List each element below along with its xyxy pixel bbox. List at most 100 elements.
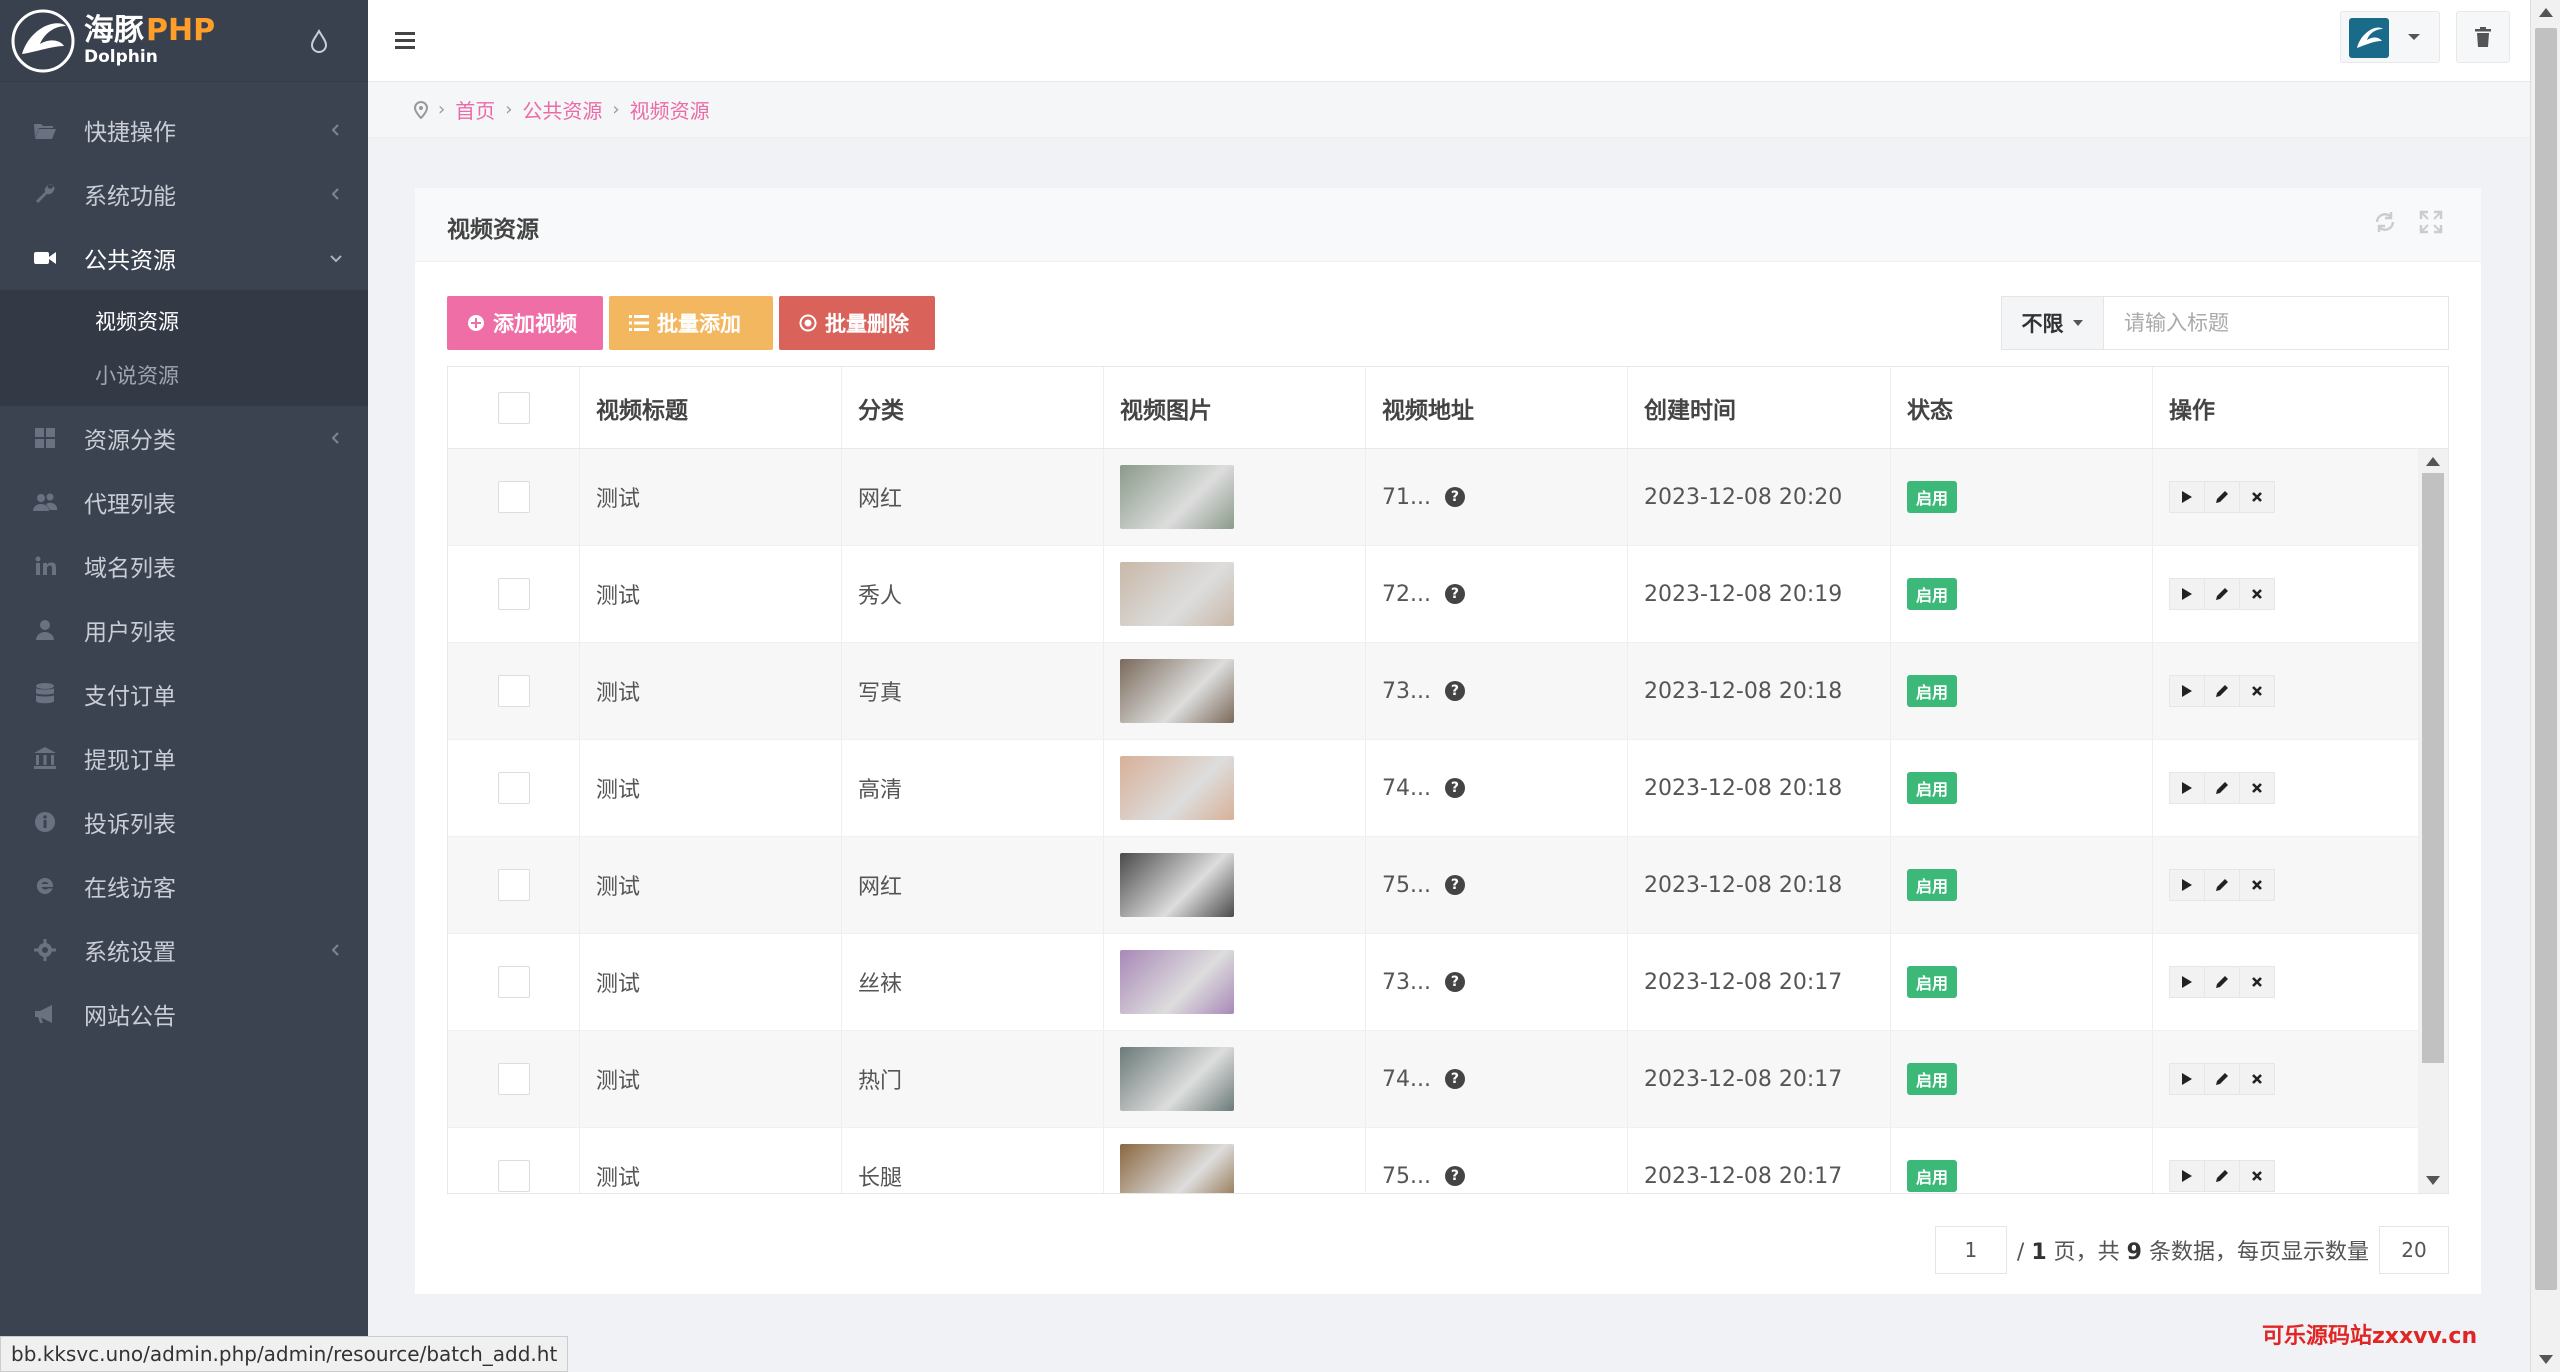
- status-badge[interactable]: 启用: [1907, 966, 1958, 998]
- video-thumbnail[interactable]: [1120, 465, 1234, 529]
- video-thumbnail[interactable]: [1120, 853, 1234, 917]
- sidebar-item-agents[interactable]: 代理列表: [0, 470, 368, 534]
- breadcrumb-home[interactable]: 首页: [455, 95, 495, 124]
- theme-drop-icon[interactable]: [306, 28, 332, 54]
- play-button[interactable]: [2169, 772, 2205, 804]
- sidebar-item-domains[interactable]: 域名列表: [0, 534, 368, 598]
- video-thumbnail[interactable]: [1120, 950, 1234, 1014]
- edit-button[interactable]: [2204, 481, 2240, 513]
- header-image[interactable]: 视频图片: [1104, 367, 1366, 448]
- question-circle-icon[interactable]: ?: [1444, 778, 1465, 798]
- row-checkbox[interactable]: [497, 869, 530, 901]
- batch-delete-button[interactable]: 批量删除: [779, 296, 935, 350]
- question-circle-icon[interactable]: ?: [1444, 487, 1465, 507]
- edit-button[interactable]: [2204, 675, 2240, 707]
- edit-button[interactable]: [2204, 578, 2240, 610]
- delete-button[interactable]: [2239, 966, 2275, 998]
- play-button[interactable]: [2169, 966, 2205, 998]
- row-checkbox[interactable]: [497, 675, 530, 707]
- play-button[interactable]: [2169, 1160, 2205, 1192]
- sidebar-item-system[interactable]: 系统功能: [0, 162, 368, 226]
- fullscreen-icon[interactable]: [2419, 210, 2443, 234]
- sidebar-subitem-video[interactable]: 视频资源: [0, 294, 368, 348]
- table-scrollbar[interactable]: [2418, 449, 2448, 1193]
- row-checkbox[interactable]: [497, 1063, 530, 1095]
- status-badge[interactable]: 启用: [1907, 1063, 1958, 1095]
- row-checkbox[interactable]: [497, 966, 530, 998]
- question-circle-icon[interactable]: ?: [1444, 584, 1465, 604]
- video-thumbnail[interactable]: [1120, 1047, 1234, 1111]
- sidebar-item-users[interactable]: 用户列表: [0, 598, 368, 662]
- page-size-input[interactable]: 20: [2379, 1226, 2449, 1274]
- question-circle-icon[interactable]: ?: [1444, 875, 1465, 895]
- play-button[interactable]: [2169, 869, 2205, 901]
- scroll-up-arrow[interactable]: [2426, 457, 2440, 466]
- select-all-checkbox[interactable]: [497, 391, 530, 424]
- play-button[interactable]: [2169, 675, 2205, 707]
- sidebar-item-complaints[interactable]: 投诉列表: [0, 790, 368, 854]
- play-button[interactable]: [2169, 1063, 2205, 1095]
- search-scope-select[interactable]: 不限: [2002, 297, 2104, 349]
- breadcrumb-current[interactable]: 视频资源: [630, 95, 710, 124]
- video-thumbnail[interactable]: [1120, 659, 1234, 723]
- question-circle-icon[interactable]: ?: [1444, 1166, 1465, 1186]
- play-button[interactable]: [2169, 578, 2205, 610]
- clear-cache-button[interactable]: [2456, 11, 2510, 63]
- question-circle-icon[interactable]: ?: [1444, 1069, 1465, 1089]
- refresh-icon[interactable]: [2373, 210, 2397, 234]
- delete-button[interactable]: [2239, 1160, 2275, 1192]
- sidebar-subitem-novel[interactable]: 小说资源: [0, 348, 368, 402]
- header-url[interactable]: 视频地址: [1366, 367, 1628, 448]
- row-checkbox[interactable]: [497, 481, 530, 513]
- delete-button[interactable]: [2239, 675, 2275, 707]
- page-scroll-thumb[interactable]: [2535, 28, 2557, 1290]
- status-badge[interactable]: 启用: [1907, 869, 1958, 901]
- add-video-button[interactable]: 添加视频: [447, 296, 603, 350]
- page-scroll-up-arrow[interactable]: [2539, 8, 2553, 17]
- row-checkbox[interactable]: [497, 578, 530, 610]
- sidebar-item-announcements[interactable]: 网站公告: [0, 982, 368, 1046]
- edit-button[interactable]: [2204, 1063, 2240, 1095]
- sidebar-item-quick[interactable]: 快捷操作: [0, 98, 368, 162]
- status-badge[interactable]: 启用: [1907, 675, 1958, 707]
- row-checkbox[interactable]: [497, 772, 530, 804]
- page-input[interactable]: 1: [1934, 1226, 2007, 1274]
- page-scrollbar[interactable]: [2530, 0, 2560, 1372]
- header-title[interactable]: 视频标题: [580, 367, 842, 448]
- search-input[interactable]: [2104, 297, 2448, 349]
- header-category[interactable]: 分类: [842, 367, 1104, 448]
- edit-button[interactable]: [2204, 966, 2240, 998]
- user-menu-button[interactable]: [2340, 11, 2440, 63]
- delete-button[interactable]: [2239, 772, 2275, 804]
- header-status[interactable]: 状态: [1891, 367, 2153, 448]
- scroll-thumb[interactable]: [2422, 473, 2444, 1063]
- delete-button[interactable]: [2239, 869, 2275, 901]
- header-created[interactable]: 创建时间: [1628, 367, 1891, 448]
- edit-button[interactable]: [2204, 1160, 2240, 1192]
- sidebar-item-visitors[interactable]: 在线访客: [0, 854, 368, 918]
- sidebar-item-category[interactable]: 资源分类: [0, 406, 368, 470]
- sidebar-item-settings[interactable]: 系统设置: [0, 918, 368, 982]
- status-badge[interactable]: 启用: [1907, 1160, 1958, 1192]
- menu-toggle-icon[interactable]: [394, 29, 416, 51]
- scroll-down-arrow[interactable]: [2426, 1176, 2440, 1185]
- delete-button[interactable]: [2239, 1063, 2275, 1095]
- video-thumbnail[interactable]: [1120, 756, 1234, 820]
- edit-button[interactable]: [2204, 772, 2240, 804]
- question-circle-icon[interactable]: ?: [1444, 972, 1465, 992]
- brand[interactable]: 海豚PHP Dolphin: [0, 0, 368, 82]
- breadcrumb-resources[interactable]: 公共资源: [522, 95, 602, 124]
- delete-button[interactable]: [2239, 578, 2275, 610]
- row-checkbox[interactable]: [497, 1160, 530, 1192]
- play-button[interactable]: [2169, 481, 2205, 513]
- sidebar-item-withdraw[interactable]: 提现订单: [0, 726, 368, 790]
- batch-add-button[interactable]: 批量添加: [609, 296, 773, 350]
- status-badge[interactable]: 启用: [1907, 772, 1958, 804]
- page-scroll-down-arrow[interactable]: [2539, 1355, 2553, 1364]
- question-circle-icon[interactable]: ?: [1444, 681, 1465, 701]
- status-badge[interactable]: 启用: [1907, 481, 1958, 513]
- sidebar-item-payments[interactable]: 支付订单: [0, 662, 368, 726]
- status-badge[interactable]: 启用: [1907, 578, 1958, 610]
- video-thumbnail[interactable]: [1120, 562, 1234, 626]
- edit-button[interactable]: [2204, 869, 2240, 901]
